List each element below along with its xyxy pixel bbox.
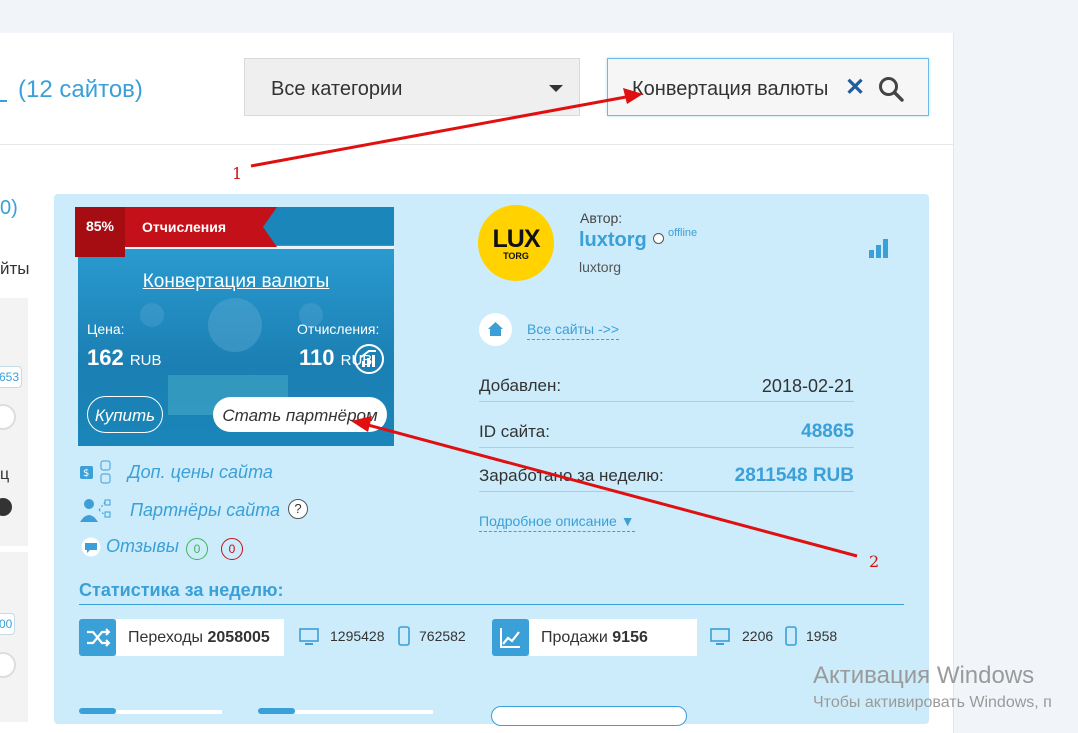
- annotation-label: 1: [232, 164, 243, 183]
- annotation-arrows: [250, 88, 858, 558]
- activation-watermark-subtitle: Чтобы активировать Windows, п: [813, 694, 1052, 711]
- annotation-label: 2: [869, 552, 880, 571]
- activation-watermark-title: Активация Windows: [813, 662, 1035, 689]
